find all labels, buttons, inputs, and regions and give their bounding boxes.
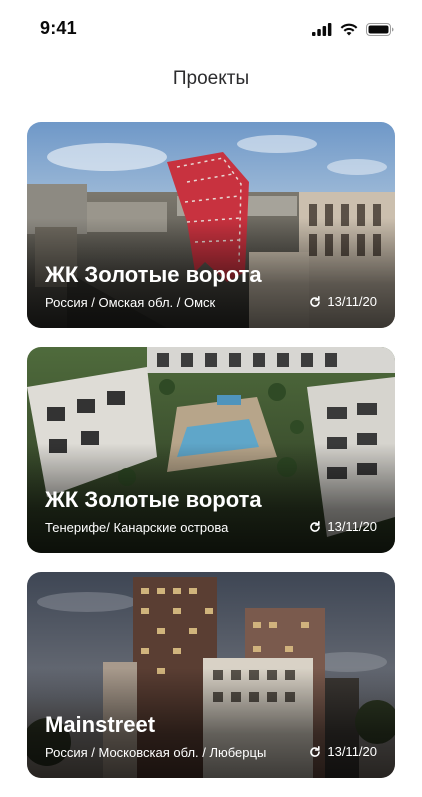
project-card[interactable]: ЖК Золотые ворота Россия / Омская обл. /… [27,122,395,328]
battery-icon [366,22,394,36]
status-time: 9:41 [40,18,77,38]
status-bar: 9:41 [0,0,422,56]
project-location: Россия / Московская обл. / Люберцы [45,745,267,760]
project-date-text: 13/11/20 [327,744,377,759]
project-location: Тенерифе/ Канарские острова [45,520,229,535]
project-title: ЖК Золотые ворота [45,262,262,287]
project-date: 13/11/20 [309,294,377,309]
status-icons [312,20,394,38]
project-card[interactable]: Mainstreet Россия / Московская обл. / Лю… [27,572,395,778]
project-location: Россия / Омская обл. / Омск [45,295,216,310]
project-date: 13/11/20 [309,519,377,534]
project-date-text: 13/11/20 [327,519,377,534]
project-list: ЖК Золотые ворота Россия / Омская обл. /… [27,122,395,797]
page-title: Проекты [172,68,250,89]
refresh-icon [309,295,321,308]
project-date-text: 13/11/20 [327,294,377,309]
refresh-icon [309,520,321,533]
project-card[interactable]: ЖК Золотые ворота Тенерифе/ Канарские ос… [27,347,395,553]
cellular-signal-icon [312,22,332,36]
project-title: ЖК Золотые ворота [45,487,262,512]
refresh-icon [309,745,321,758]
project-title: Mainstreet [45,712,156,737]
project-date: 13/11/20 [309,744,377,759]
wifi-icon [340,23,358,36]
